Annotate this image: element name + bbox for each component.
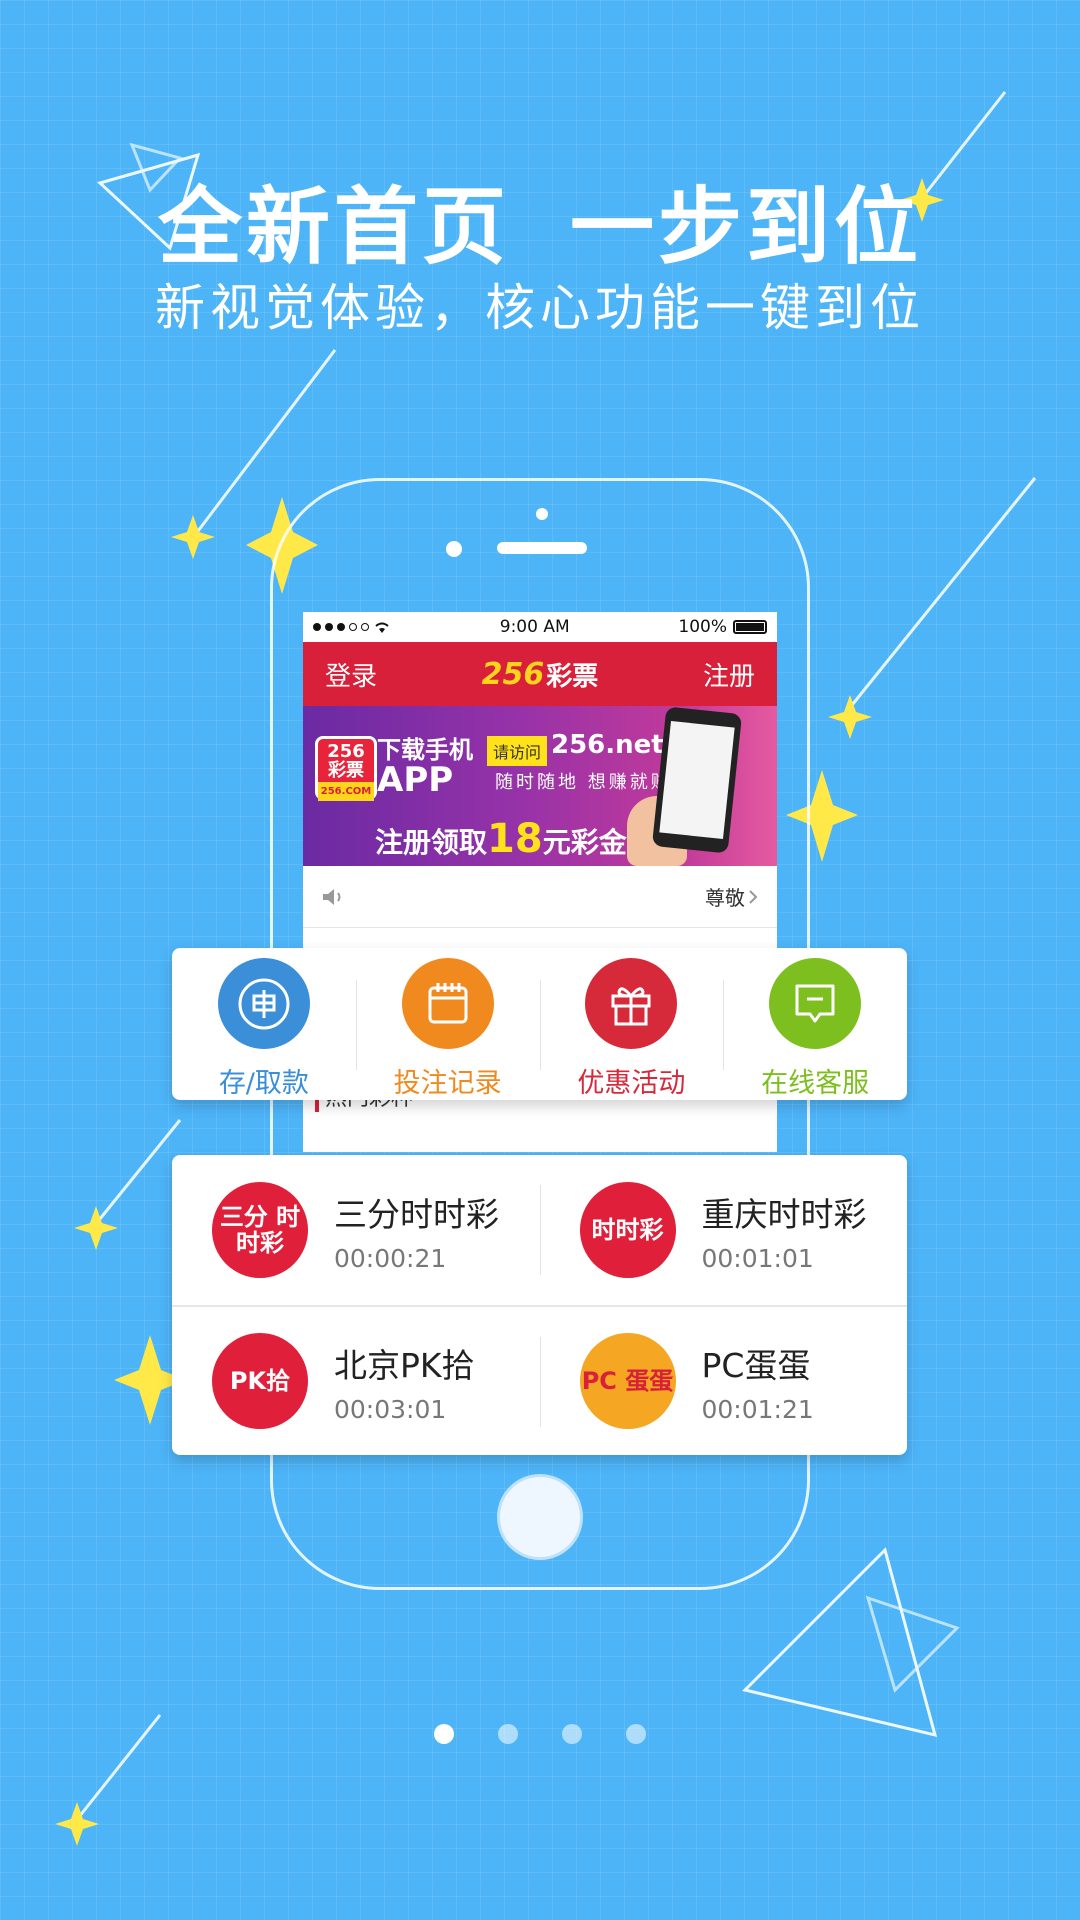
subheadline: 新视觉体验，核心功能一键到位 (155, 279, 925, 337)
promo-banner[interactable]: 256 彩票 256.COM 下载手机 APP 请访问 256.net 随时随地… (303, 706, 777, 866)
star-small-left (171, 515, 215, 559)
lottery-countdown: 00:01:01 (701, 1243, 814, 1273)
star-small-left-low (74, 1206, 118, 1250)
page-dot[interactable] (434, 1724, 454, 1744)
calendar-icon (401, 958, 494, 1049)
lottery-row: 三分 时时彩 三分时时彩 00:00:21 时时彩 重庆时时彩 00:01:01 (172, 1155, 907, 1305)
headline: 全新首页 一步到位 (0, 160, 1080, 281)
app-logo-text: 彩票 (546, 661, 599, 692)
banner-promo-amount: 18 (487, 816, 543, 862)
notice-bar[interactable]: 尊敬 (303, 866, 777, 928)
pk10-lottery-icon: PK拾 (212, 1333, 308, 1429)
phone-sensor-dot (536, 508, 548, 520)
status-time: 9:00 AM (499, 617, 570, 637)
quick-action-label: 优惠活动 (577, 1068, 686, 1099)
phone-home-button (497, 1474, 583, 1560)
lottery-name: 重庆时时彩 (701, 1194, 867, 1234)
streak-right (846, 477, 1037, 711)
sanfen-lottery-icon: 三分 时时彩 (212, 1182, 308, 1278)
banner-logo-number: 256 (327, 741, 365, 762)
banner-app-text: APP (377, 760, 454, 800)
pc-dandan-lottery-icon: PC 蛋蛋 (579, 1333, 676, 1429)
quick-action-label: 存/取款 (218, 1068, 309, 1099)
headline-part1: 全新首页 (157, 178, 510, 276)
chat-icon (769, 958, 862, 1049)
triangle-outline-bottom-right (742, 1547, 938, 1738)
signal-indicator (313, 620, 391, 634)
banner-logo-text: 彩票 (328, 760, 364, 781)
page-dot[interactable] (626, 1724, 646, 1744)
lottery-countdown: 00:03:01 (334, 1394, 447, 1424)
banner-promo-suffix: 元彩金 (542, 826, 627, 859)
chevron-right-icon (749, 889, 758, 904)
lottery-countdown: 00:00:21 (334, 1243, 447, 1273)
notice-text: 尊敬 (705, 886, 745, 910)
lottery-name: 北京PK拾 (334, 1345, 475, 1385)
gift-icon (585, 958, 678, 1049)
phone-speaker (497, 542, 587, 554)
banner-logo-domain: 256.COM (318, 782, 374, 801)
login-button[interactable]: 登录 (325, 656, 377, 693)
quick-action-promotions[interactable]: 优惠活动 (539, 948, 724, 1100)
lottery-name: 三分时时彩 (334, 1194, 499, 1234)
battery-icon (733, 620, 767, 634)
streak-left-low (93, 1119, 182, 1226)
speaker-icon (323, 888, 341, 905)
chongqing-lottery-icon: 时时彩 (579, 1182, 676, 1278)
banner-logo: 256 彩票 256.COM (315, 736, 377, 801)
quick-action-deposit[interactable]: 存/取款 (172, 948, 356, 1100)
quick-actions-card: 存/取款 投注记录 优惠活动 在线客服 (172, 948, 907, 1100)
wifi-icon (375, 622, 389, 633)
triangle-outline-bottom-right-inner (865, 1595, 960, 1693)
app-logo-number: 256 (481, 656, 545, 692)
headline-part2: 一步到位 (570, 178, 923, 276)
app-logo: 256 彩票 (482, 656, 599, 693)
app-header: 登录 256 彩票 注册 (303, 642, 777, 706)
quick-action-label: 投注记录 (393, 1068, 502, 1099)
quick-action-bet-records[interactable]: 投注记录 (355, 948, 540, 1100)
lottery-item-chongqing[interactable]: 时时彩 重庆时时彩 00:01:01 (539, 1155, 908, 1305)
wallet-icon (217, 958, 310, 1049)
lottery-item-sanfen[interactable]: 三分 时时彩 三分时时彩 00:00:21 (172, 1155, 540, 1305)
star-small-right (828, 695, 872, 739)
lottery-item-beijing-pk10[interactable]: PK拾 北京PK拾 00:03:01 (172, 1307, 540, 1455)
lottery-list-card: 三分 时时彩 三分时时彩 00:00:21 时时彩 重庆时时彩 00:01:01… (172, 1155, 907, 1455)
page-dot[interactable] (498, 1724, 518, 1744)
banner-promo-prefix: 注册领取 (375, 826, 488, 859)
quick-action-label: 在线客服 (761, 1068, 870, 1099)
quick-action-customer-service[interactable]: 在线客服 (723, 948, 907, 1100)
page-dot[interactable] (562, 1724, 582, 1744)
lottery-row: PK拾 北京PK拾 00:03:01 PC 蛋蛋 PC蛋蛋 00:01:21 (172, 1305, 907, 1455)
lottery-item-pc-dandan[interactable]: PC 蛋蛋 PC蛋蛋 00:01:21 (539, 1307, 908, 1455)
status-bar: 9:00 AM 100% (303, 612, 777, 642)
register-button[interactable]: 注册 (703, 656, 755, 693)
banner-slogan: 随时随地 想赚就赚 (495, 772, 672, 793)
page-indicator (0, 1724, 1080, 1744)
banner-phone-image (651, 706, 743, 854)
banner-visit-label: 请访问 (487, 736, 548, 766)
lottery-name: PC蛋蛋 (701, 1345, 811, 1385)
star-small-bottom-left (55, 1802, 99, 1846)
phone-camera (446, 541, 462, 557)
lottery-countdown: 00:01:21 (701, 1394, 814, 1424)
banner-promo: 注册领取18元彩金 (375, 816, 627, 862)
battery-percent: 100% (678, 617, 727, 637)
banner-url: 256.net (551, 730, 664, 760)
